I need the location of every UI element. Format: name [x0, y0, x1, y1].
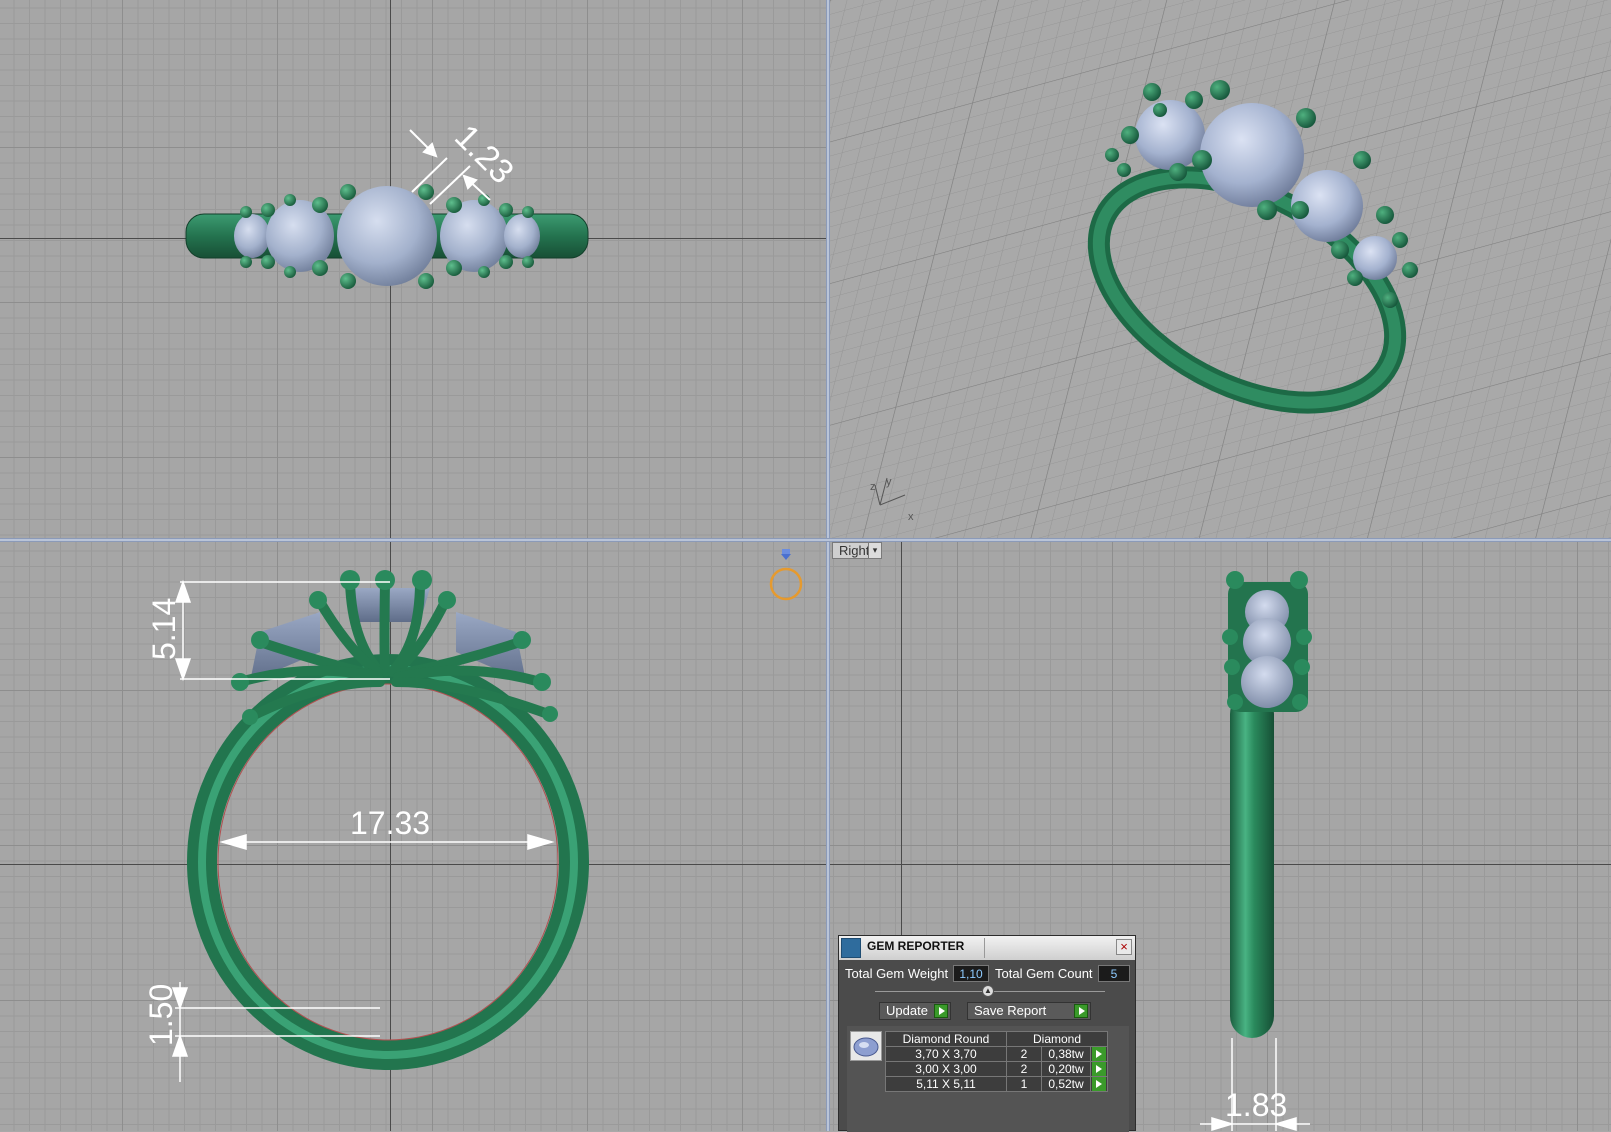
axis-y-label: y [886, 476, 892, 488]
axis-x-label: x [908, 511, 914, 523]
play-arrow-icon [1092, 1047, 1106, 1061]
ring-top-view: 1.23 [185, 118, 589, 289]
select-gem-button[interactable] [1090, 1076, 1108, 1092]
total-gem-count-value: 5 [1098, 965, 1130, 982]
gem-weight: 0,38tw [1041, 1046, 1091, 1062]
gem-reporter-panel: GEM REPORTER × Total Gem Weight 1,10 Tot… [838, 935, 1136, 1132]
table-row[interactable]: 3,70 X 3,70 2 0,38tw [885, 1046, 1108, 1062]
diamond-round-thumbnail-icon[interactable] [850, 1031, 882, 1061]
dim-height-label: 5.14 [146, 598, 182, 660]
select-gem-button[interactable] [1090, 1046, 1108, 1062]
select-gem-button[interactable] [1090, 1061, 1108, 1077]
collapse-toggle-icon[interactable]: ▲ [982, 985, 994, 997]
play-arrow-icon [1074, 1004, 1088, 1018]
top-viewport[interactable]: 1.23 [0, 0, 826, 538]
total-gem-weight-label: Total Gem Weight [845, 966, 949, 981]
total-gem-weight-value: 1,10 [953, 965, 989, 982]
gem-reporter-title: GEM REPORTER [867, 939, 965, 953]
gem-size: 5,11 X 5,11 [885, 1076, 1007, 1092]
play-arrow-icon [1092, 1077, 1106, 1091]
total-gem-count-label: Total Gem Count [995, 966, 1093, 981]
gem-count: 1 [1006, 1076, 1042, 1092]
gem-material-header: Diamond [1006, 1031, 1108, 1047]
dimension-label: 1.23 [447, 118, 521, 192]
close-icon[interactable]: × [1116, 939, 1132, 955]
gem-size: 3,70 X 3,70 [885, 1046, 1007, 1062]
axis-z-label: z [870, 481, 876, 493]
dim-inner-label: 17.33 [350, 805, 430, 841]
table-row[interactable]: 5,11 X 5,11 1 0,52tw [885, 1076, 1108, 1092]
gem-count: 2 [1006, 1046, 1042, 1062]
gem-size: 3,00 X 3,00 [885, 1061, 1007, 1077]
gem-count: 2 [1006, 1061, 1042, 1077]
table-row[interactable]: 3,00 X 3,00 2 0,20tw [885, 1061, 1108, 1077]
save-report-button-label: Save Report [974, 1003, 1047, 1018]
dim-band-label: 1.50 [143, 984, 179, 1046]
gem-weight: 0,20tw [1041, 1061, 1091, 1077]
titlebar-separator [984, 938, 985, 958]
dim-width-label: 1.83 [1225, 1087, 1287, 1123]
view-selector[interactable]: Right ▾ [832, 542, 882, 559]
front-viewport[interactable]: 5.14 17.33 1.50 [0, 542, 826, 1131]
ring-cursor-icon[interactable] [769, 549, 803, 601]
view-selector-label: Right [839, 543, 870, 558]
save-report-button[interactable]: Save Report [967, 1002, 1091, 1020]
gem-reporter-logo-icon [841, 938, 861, 958]
gem-table-area: Diamond Round Diamond 3,70 X 3,70 2 0,38… [847, 1026, 1129, 1132]
update-button[interactable]: Update [879, 1002, 951, 1020]
viewport-divider-horizontal[interactable] [0, 538, 1611, 542]
play-arrow-icon [934, 1004, 948, 1018]
gem-table: Diamond Round Diamond 3,70 X 3,70 2 0,38… [885, 1031, 1108, 1092]
update-button-label: Update [886, 1003, 928, 1018]
ring-perspective-view: x y z [830, 0, 1611, 538]
dropdown-arrow-icon[interactable]: ▾ [868, 543, 881, 558]
gem-shape-header: Diamond Round [885, 1031, 1007, 1047]
ring-front-view: 5.14 17.33 1.50 [143, 549, 803, 1082]
gem-reporter-titlebar[interactable]: GEM REPORTER × [839, 936, 1135, 960]
play-arrow-icon [1092, 1062, 1106, 1076]
gem-weight: 0,52tw [1041, 1076, 1091, 1092]
perspective-viewport[interactable]: x y z [830, 0, 1611, 538]
viewport-divider-vertical[interactable] [826, 0, 830, 1131]
